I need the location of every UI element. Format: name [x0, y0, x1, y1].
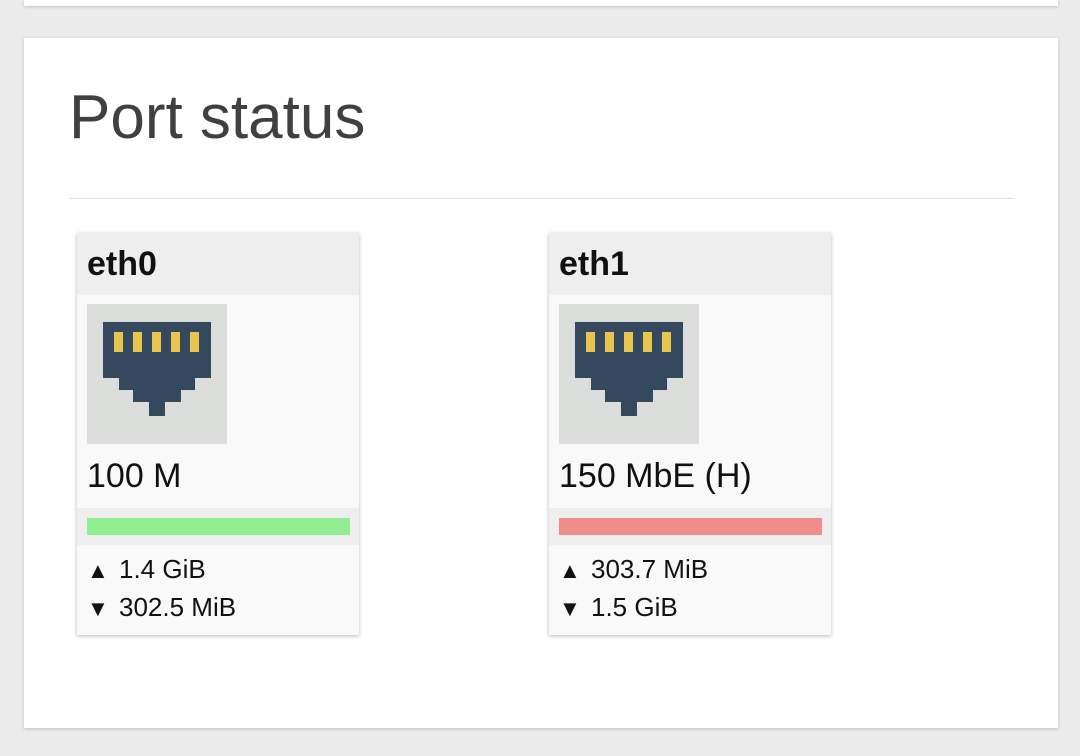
port-status-bar-fill — [559, 518, 822, 535]
divider — [69, 198, 1014, 199]
port-card-eth1: eth1 150 MbE (H) ▲ 303.7 MiB ▼ 1.5 GiB — [549, 233, 831, 635]
upload-arrow-icon: ▲ — [87, 558, 109, 583]
port-card-eth0: eth0 100 M ▲ 1.4 GiB ▼ 302.5 MiB — [77, 233, 359, 635]
rx-line: ▼ 302.5 MiB — [87, 589, 236, 627]
port-status-row — [549, 508, 831, 545]
download-arrow-icon: ▼ — [87, 596, 109, 621]
port-status-row — [77, 508, 359, 545]
tx-value: 1.4 GiB — [119, 554, 206, 584]
tx-line: ▲ 1.4 GiB — [87, 551, 236, 589]
port-status-bar — [87, 518, 350, 535]
traffic-stats: ▲ 1.4 GiB ▼ 302.5 MiB — [87, 551, 236, 627]
tx-value: 303.7 MiB — [591, 554, 709, 584]
panel-title: Port status — [69, 83, 366, 152]
ethernet-port-icon — [559, 304, 699, 444]
rx-value: 1.5 GiB — [591, 592, 678, 622]
port-name: eth1 — [549, 233, 831, 295]
upload-arrow-icon: ▲ — [559, 558, 581, 583]
port-status-bar-fill — [87, 518, 350, 535]
ethernet-port-icon — [87, 304, 227, 444]
port-speed: 150 MbE (H) — [559, 457, 752, 495]
rx-line: ▼ 1.5 GiB — [559, 589, 708, 627]
port-speed: 100 M — [87, 457, 182, 495]
tx-line: ▲ 303.7 MiB — [559, 551, 708, 589]
port-name: eth0 — [77, 233, 359, 295]
previous-panel-edge — [24, 0, 1058, 6]
port-status-bar — [559, 518, 822, 535]
port-status-panel: Port status eth0 100 M ▲ 1.4 GiB ▼ 302.5 M… — [24, 38, 1058, 728]
download-arrow-icon: ▼ — [559, 596, 581, 621]
rx-value: 302.5 MiB — [119, 592, 237, 622]
traffic-stats: ▲ 303.7 MiB ▼ 1.5 GiB — [559, 551, 708, 627]
